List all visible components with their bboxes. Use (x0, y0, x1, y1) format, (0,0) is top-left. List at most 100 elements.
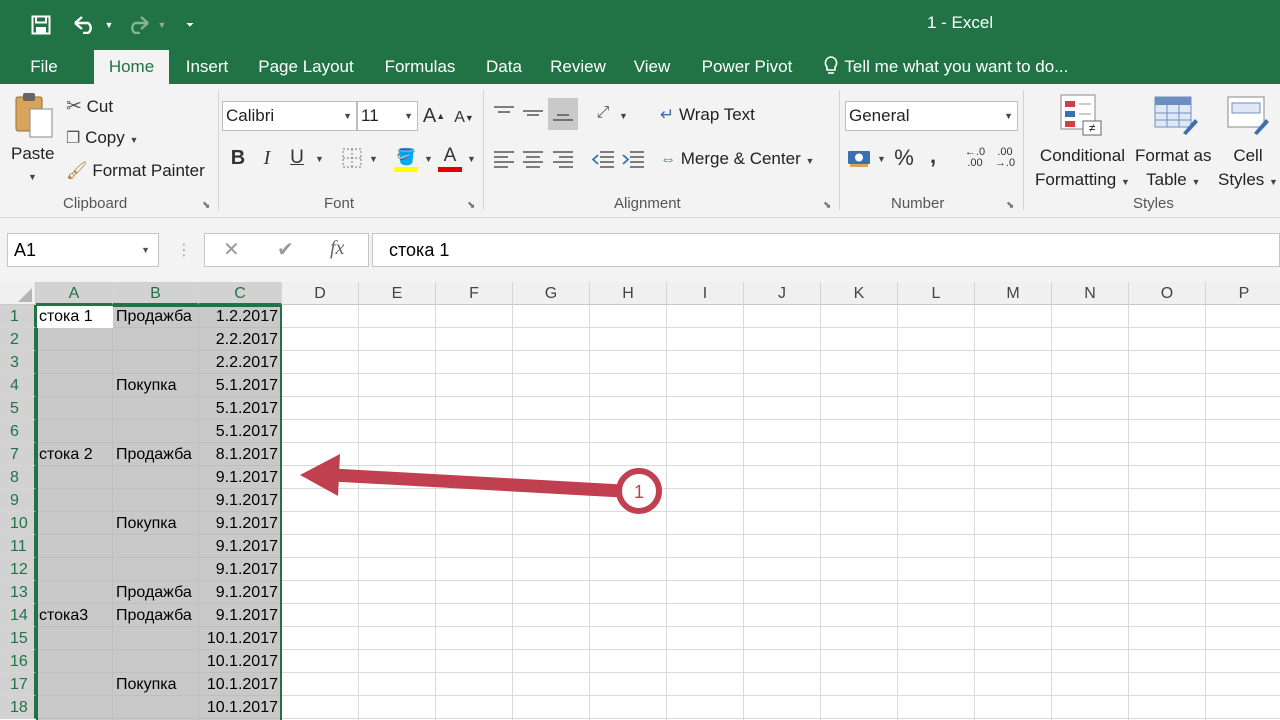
underline-dropdown-icon[interactable]: ▼ (315, 154, 324, 164)
font-launcher-icon[interactable]: ⬊ (467, 200, 475, 211)
group-label-clipboard: Clipboard (63, 195, 128, 212)
worksheet-grid[interactable]: ABCDEFGHIJKLMNOP стока 1 Продажба 1.2.2017… (0, 282, 1280, 720)
font-size-value: 11 (361, 106, 379, 125)
underline-icon[interactable]: U (285, 144, 309, 172)
tell-me-box[interactable]: Tell me what you want to do... (822, 50, 1068, 84)
redo-dropdown-icon[interactable]: ▼ (155, 0, 169, 50)
annotation-number: 1 (634, 482, 644, 502)
align-bottom-icon[interactable] (548, 98, 578, 130)
tab-page-layout[interactable]: Page Layout (251, 50, 361, 84)
bold-icon[interactable]: B (226, 144, 250, 172)
formula-value: стока 1 (389, 240, 450, 260)
clipboard-launcher-icon[interactable]: ⬊ (202, 200, 210, 211)
number-launcher-icon[interactable]: ⬊ (1006, 200, 1014, 211)
italic-icon[interactable]: I (256, 144, 278, 172)
decrease-indent-icon[interactable] (590, 146, 616, 172)
decrease-decimal-icon[interactable]: .00 →.0 (990, 144, 1020, 172)
number-format-value: General (849, 106, 910, 125)
font-name-select[interactable]: Calibri ▼ (222, 101, 357, 131)
increase-indent-icon[interactable] (620, 146, 646, 172)
copy-icon: ❐ (66, 130, 81, 147)
font-color-icon[interactable]: A (437, 142, 463, 174)
align-left-icon[interactable] (491, 146, 517, 172)
group-label-styles: Styles (1133, 195, 1174, 212)
formula-bar: A1 ▼ ⋮ ✕ ✔ fx стока 1 (0, 218, 1280, 282)
group-divider (839, 90, 840, 210)
annotation-layer: 1 (300, 454, 662, 514)
copy-dropdown-icon[interactable]: ▼ (130, 135, 139, 145)
orientation-icon[interactable]: ⤢ (590, 100, 616, 126)
format-as-table-label-2: Table (1146, 170, 1187, 189)
redo-icon[interactable] (124, 0, 152, 50)
fill-color-swatch (394, 166, 418, 172)
title-bar: ▼ ▼ ⏷ 1 - Excel (0, 0, 1280, 50)
fill-color-dropdown-icon[interactable]: ▼ (424, 154, 433, 164)
enter-icon[interactable]: ✔ (277, 237, 294, 262)
tab-view[interactable]: View (627, 50, 677, 84)
wrap-text-button[interactable]: ↵ Wrap Text (660, 105, 755, 125)
format-as-table-button[interactable]: Format as Table ▼ (1135, 144, 1212, 194)
fill-color-icon[interactable]: 🪣 (393, 144, 419, 174)
insert-function-icon[interactable]: fx (330, 237, 344, 260)
formula-input[interactable]: стока 1 (372, 233, 1280, 267)
group-divider (483, 90, 484, 210)
font-size-select[interactable]: 11 ▼ (357, 101, 418, 131)
cell-styles-label-1: Cell (1233, 146, 1263, 165)
align-top-icon[interactable] (491, 100, 517, 126)
comma-style-icon[interactable]: , (924, 142, 942, 170)
cancel-icon[interactable]: ✕ (223, 237, 240, 262)
decrease-font-size-icon[interactable]: A ▼ (452, 104, 476, 132)
wrap-text-icon: ↵ (660, 105, 675, 124)
copy-button[interactable]: ❐ Copy ▼ (66, 128, 138, 148)
tab-insert[interactable]: Insert (179, 50, 235, 84)
conditional-formatting-icon[interactable]: ≠ (1058, 92, 1104, 138)
borders-icon[interactable] (340, 146, 364, 170)
conditional-formatting-label-2: Formatting (1035, 170, 1117, 189)
conditional-formatting-button[interactable]: Conditional Formatting ▼ (1035, 144, 1130, 194)
paste-dropdown-icon[interactable]: ▼ (28, 172, 37, 182)
svg-text:≠: ≠ (1089, 121, 1096, 135)
cut-button[interactable]: ✂ Cut (66, 95, 113, 118)
tab-formulas[interactable]: Formulas (376, 50, 464, 84)
merge-dropdown-icon[interactable]: ▼ (805, 156, 814, 166)
ribbon-tabs: File Home Insert Page Layout Formulas Da… (0, 50, 1280, 84)
increase-font-size-icon[interactable]: A ▲ (422, 102, 446, 130)
increase-decimal-icon[interactable]: ←.0.00 (960, 144, 990, 172)
number-format-select[interactable]: General ▼ (845, 101, 1018, 131)
copy-label: Copy (85, 128, 125, 147)
align-right-icon[interactable] (550, 146, 576, 172)
orientation-dropdown-icon[interactable]: ▼ (619, 111, 628, 121)
font-name-value: Calibri (226, 106, 275, 125)
undo-dropdown-icon[interactable]: ▼ (102, 0, 116, 50)
cell-styles-button[interactable]: Cell Styles ▼ (1218, 144, 1278, 194)
font-color-dropdown-icon[interactable]: ▼ (467, 154, 476, 164)
align-center-icon[interactable] (520, 146, 546, 172)
accounting-format-icon[interactable] (846, 146, 872, 170)
align-middle-icon[interactable] (520, 100, 546, 126)
formula-bar-splitter-icon[interactable]: ⋮ (176, 240, 192, 260)
group-divider (218, 90, 219, 210)
customize-toolbar-icon[interactable]: ⏷ (182, 0, 198, 50)
format-as-table-icon[interactable] (1152, 92, 1200, 138)
paste-button[interactable]: Paste (11, 144, 54, 164)
merge-center-button[interactable]: ⇔ Merge & Center ▼ (660, 149, 814, 169)
tab-review[interactable]: Review (544, 50, 612, 84)
paste-icon[interactable] (12, 90, 56, 140)
group-label-alignment: Alignment (614, 195, 681, 212)
tab-power-pivot[interactable]: Power Pivot (693, 50, 801, 84)
tab-home[interactable]: Home (94, 50, 169, 84)
cell-styles-icon[interactable] (1225, 92, 1273, 138)
paintbrush-icon: 🖌 (66, 161, 88, 180)
accounting-dropdown-icon[interactable]: ▼ (877, 154, 886, 164)
save-icon[interactable] (28, 0, 54, 50)
format-painter-button[interactable]: 🖌 Format Painter (66, 161, 205, 181)
borders-dropdown-icon[interactable]: ▼ (369, 154, 378, 164)
name-box[interactable]: A1 ▼ (7, 233, 159, 267)
tab-data[interactable]: Data (478, 50, 530, 84)
tab-file[interactable]: File (18, 50, 70, 84)
undo-icon[interactable] (70, 0, 100, 50)
alignment-launcher-icon[interactable]: ⬊ (823, 200, 831, 211)
conditional-formatting-label-1: Conditional (1039, 146, 1125, 165)
annotation-badge: 1 (616, 468, 662, 514)
percent-style-icon[interactable]: % (892, 144, 916, 172)
